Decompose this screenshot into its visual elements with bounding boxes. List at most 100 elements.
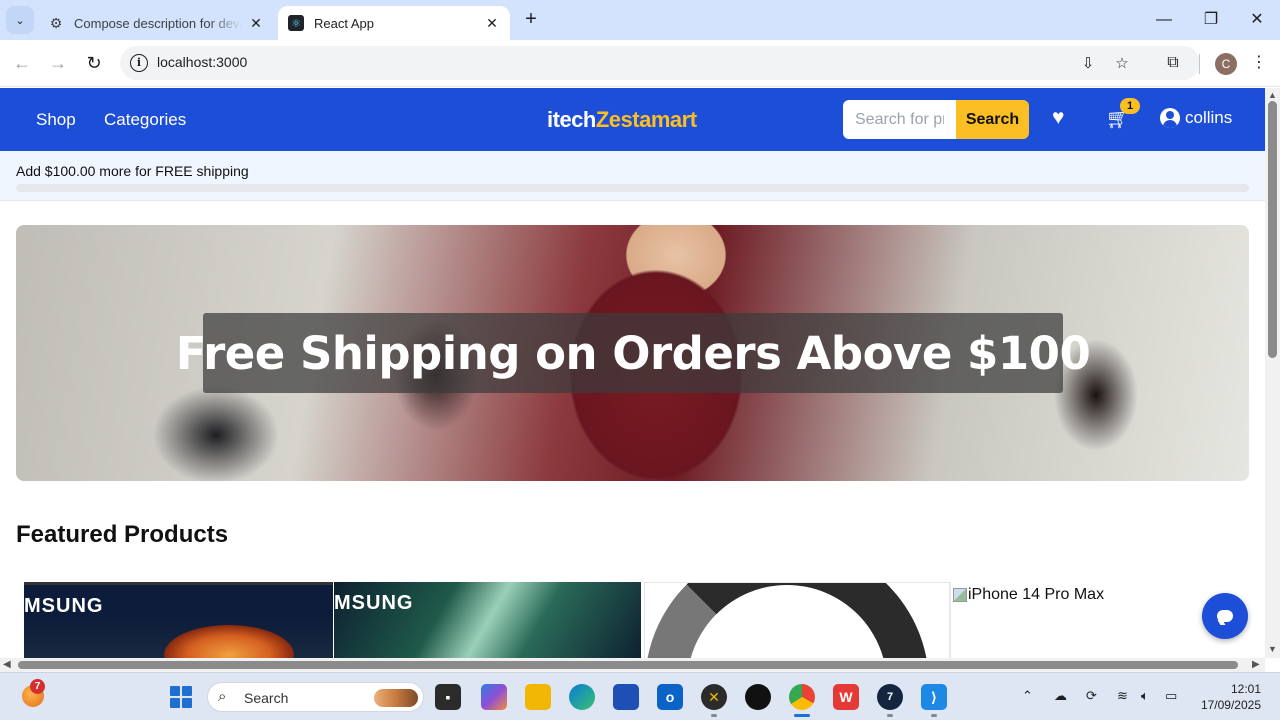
nav-shop[interactable]: Shop xyxy=(36,110,76,130)
volume-icon[interactable]: 🔈︎ xyxy=(1141,688,1149,704)
search-button[interactable]: Search xyxy=(956,100,1029,139)
running-indicator xyxy=(887,714,893,717)
battery-icon[interactable]: ▭ xyxy=(1165,688,1177,704)
banner-title: Free Shipping on Orders Above $100 xyxy=(175,326,1091,380)
product-alt-text: iPhone 14 Pro Max xyxy=(968,586,1105,603)
back-icon[interactable]: ← xyxy=(10,51,34,75)
scroll-right-icon[interactable]: ▶ xyxy=(1252,659,1260,670)
store-icon[interactable] xyxy=(613,684,639,710)
scroll-down-icon[interactable]: ▼ xyxy=(1268,644,1277,654)
show-hidden-icons-icon[interactable]: ⌃ xyxy=(1022,688,1033,704)
cart-count-badge: 1 xyxy=(1120,98,1140,114)
install-app-icon[interactable]: ⇩ xyxy=(1078,54,1098,74)
user-menu[interactable]: collins xyxy=(1160,108,1232,128)
chrome-icon[interactable] xyxy=(789,684,815,710)
free-shipping-message: Add $100.00 more for FREE shipping xyxy=(16,163,249,179)
chat-bubble-icon xyxy=(1217,610,1233,622)
extensions-icon[interactable]: ⧉ xyxy=(1162,52,1184,74)
react-icon: ⚛ xyxy=(288,15,304,31)
clock-date: 17/09/2025 xyxy=(1200,698,1261,712)
hero-banner[interactable]: Free Shipping on Orders Above $100 xyxy=(16,225,1249,481)
product-card[interactable]: MSUNG xyxy=(334,582,641,658)
horizontal-scroll-thumb[interactable] xyxy=(18,661,1238,669)
product-card[interactable] xyxy=(644,582,950,658)
vertical-scrollbar[interactable]: ▲ ▼ xyxy=(1265,88,1280,658)
running-indicator xyxy=(931,714,937,717)
menu-kebab-icon[interactable]: ⋮ xyxy=(1248,52,1270,74)
toolbar-divider xyxy=(1199,54,1200,74)
edge-icon[interactable] xyxy=(569,684,595,710)
weather-badge: 7 xyxy=(30,679,45,694)
wishlist-heart-icon[interactable]: ♥ xyxy=(1052,106,1064,130)
system-clock[interactable]: 12:01 17/09/2025 xyxy=(1195,681,1261,713)
vscode-icon[interactable]: ⟩ xyxy=(921,684,947,710)
profile-avatar[interactable]: C xyxy=(1215,53,1237,75)
broken-image-alt: iPhone 14 Pro Max xyxy=(953,586,1104,604)
close-icon[interactable]: ✕ xyxy=(484,15,500,32)
username: collins xyxy=(1185,108,1233,127)
windows-start-icon[interactable] xyxy=(170,686,192,708)
task-view-icon[interactable]: ▪ xyxy=(435,684,461,710)
vertical-scroll-thumb[interactable] xyxy=(1268,101,1277,358)
featured-products-heading: Featured Products xyxy=(16,521,229,548)
address-url: localhost:3000 xyxy=(157,54,248,70)
search-icon: ⌕ xyxy=(218,688,227,705)
scroll-up-icon[interactable]: ▲ xyxy=(1268,90,1277,100)
xampp-icon[interactable]: ✕ xyxy=(701,684,727,710)
banner-overlay: Free Shipping on Orders Above $100 xyxy=(176,313,1091,393)
site-logo[interactable]: itechZestamart xyxy=(547,107,697,133)
windows-taskbar: 7 ⌕ Search ▪ o ✕ W 7 ⟩ ⌃ ☁ ⟳ ≋ 🔈︎ ▭ 12:0… xyxy=(0,672,1280,720)
horizontal-scrollbar[interactable]: ◀ ▶ xyxy=(0,658,1265,672)
logo-part-zestamart: Zestamart xyxy=(595,107,697,132)
reload-icon[interactable]: ↻ xyxy=(82,51,106,75)
featured-products-row: MSUNG MSUNG iPhone 14 Pro Max xyxy=(24,582,1249,658)
site-info-icon[interactable]: i xyxy=(130,54,148,72)
wps-office-icon[interactable]: W xyxy=(833,684,859,710)
tab-compose-description[interactable]: ⚙ Compose description for devel ✕ xyxy=(38,6,274,40)
nav-categories[interactable]: Categories xyxy=(104,110,186,130)
sync-icon[interactable]: ⟳ xyxy=(1086,688,1097,704)
page-viewport: Shop Categories itechZestamart Search ♥ … xyxy=(0,88,1265,658)
wifi-icon[interactable]: ≋ xyxy=(1117,688,1128,704)
site-header: Shop Categories itechZestamart Search ♥ … xyxy=(0,88,1265,151)
forward-icon[interactable]: → xyxy=(46,51,70,75)
broken-image-icon xyxy=(953,588,967,602)
product-image-brand-text: MSUNG xyxy=(24,595,104,617)
tab-search-button[interactable]: ⌄ xyxy=(6,6,34,34)
search-highlight-icon xyxy=(374,689,418,707)
browser-tab-bar: ⌄ ⚙ Compose description for devel ✕ ⚛ Re… xyxy=(0,0,1280,40)
outlook-icon[interactable]: o xyxy=(657,684,683,710)
scroll-left-icon[interactable]: ◀ xyxy=(3,659,11,670)
minimize-icon[interactable]: — xyxy=(1149,8,1179,32)
product-image-brand-text: MSUNG xyxy=(334,592,414,614)
openai-icon: ⚙ xyxy=(49,14,63,31)
new-tab-button[interactable]: + xyxy=(520,8,542,32)
github-desktop-icon[interactable] xyxy=(745,684,771,710)
restore-icon[interactable]: ❐ xyxy=(1196,8,1226,32)
file-explorer-icon[interactable] xyxy=(525,684,551,710)
clock-time: 12:01 xyxy=(1230,682,1261,696)
copilot-icon[interactable] xyxy=(481,684,507,710)
bookmark-star-icon[interactable]: ☆ xyxy=(1112,54,1132,74)
pokeball-app-icon[interactable]: 7 xyxy=(877,684,903,710)
logo-part-itech: itech xyxy=(547,107,596,132)
running-indicator xyxy=(711,714,717,717)
window-close-icon[interactable]: ✕ xyxy=(1242,8,1272,32)
tab-title: React App xyxy=(314,15,374,31)
onedrive-cloud-icon[interactable]: ☁ xyxy=(1054,688,1067,704)
product-search: Search xyxy=(843,100,1029,139)
chat-button[interactable] xyxy=(1202,593,1248,639)
taskbar-search-label: Search xyxy=(244,690,289,706)
search-input[interactable] xyxy=(843,100,956,139)
active-indicator xyxy=(794,714,810,717)
free-shipping-bar: Add $100.00 more for FREE shipping xyxy=(0,151,1265,201)
shipping-progress-track xyxy=(16,184,1249,192)
user-circle-icon xyxy=(1160,108,1180,128)
tab-title: Compose description for devel xyxy=(74,15,242,31)
browser-toolbar: ← → ↻ i localhost:3000 ⇩ ☆ ⧉ C ⋮ xyxy=(0,40,1280,87)
tab-react-app[interactable]: ⚛ React App ✕ xyxy=(278,6,510,40)
product-card[interactable]: MSUNG xyxy=(24,582,333,658)
taskbar-search[interactable]: ⌕ Search xyxy=(207,682,424,712)
close-icon[interactable]: ✕ xyxy=(248,15,264,32)
address-bar[interactable]: i localhost:3000 ⇩ ☆ xyxy=(120,46,1200,80)
